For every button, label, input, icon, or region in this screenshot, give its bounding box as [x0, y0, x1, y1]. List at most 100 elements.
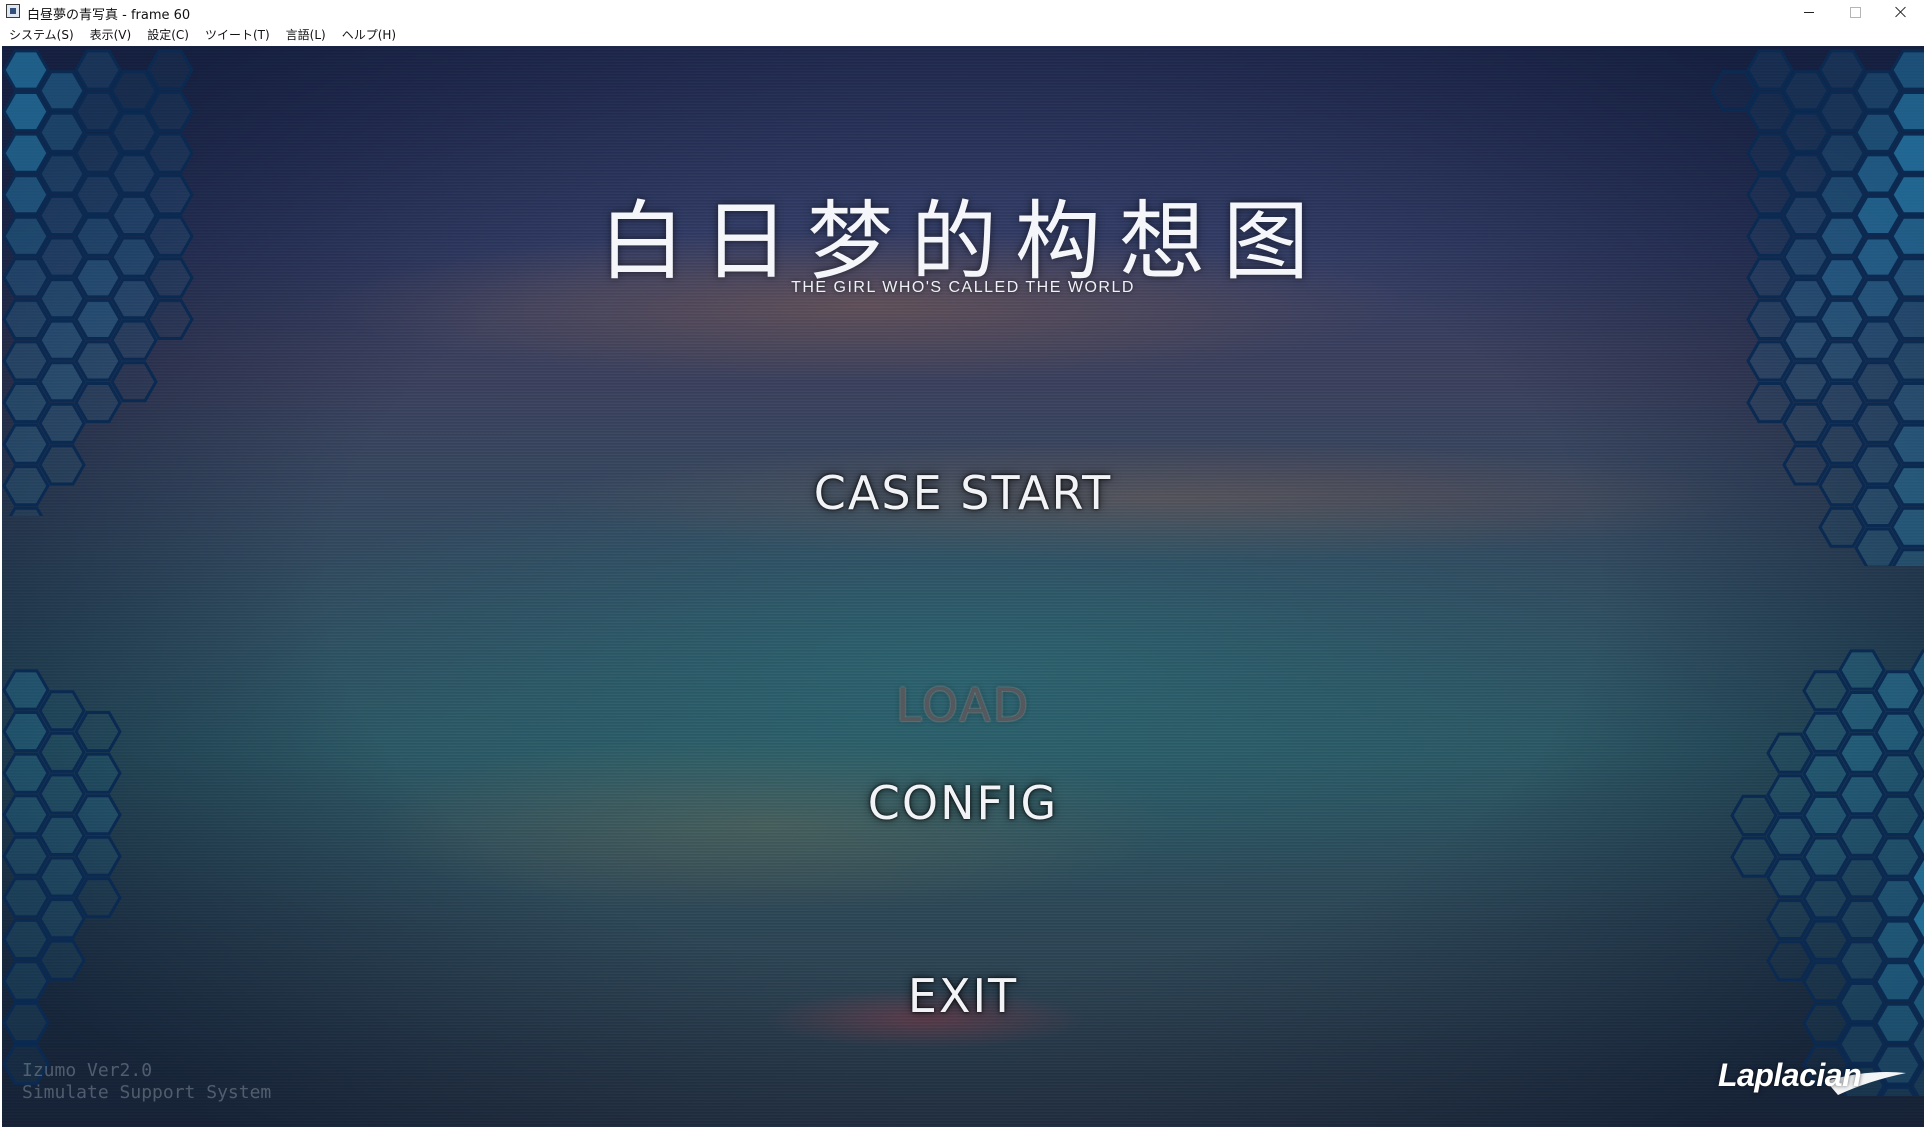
hexagon-tile: [110, 319, 158, 361]
hexagon-tile: [1854, 361, 1902, 403]
hexagon-tile: [1782, 361, 1830, 403]
maximize-icon: [1849, 6, 1861, 18]
hexagon-tile: [1818, 340, 1866, 382]
hexagon-tile: [1818, 49, 1866, 91]
hexagon-tile: [2, 49, 50, 91]
hexagon-tile: [1838, 898, 1886, 940]
hexagon-tile: [1818, 423, 1866, 465]
hexagon-tile: [1746, 382, 1794, 424]
hexagon-tile: [1802, 919, 1850, 961]
hexagon-tile: [38, 731, 86, 773]
hexagon-tile: [2, 877, 50, 919]
hexagon-tile: [1854, 319, 1902, 361]
hexagon-tile: [1782, 70, 1830, 112]
hexagon-tile: [1802, 836, 1850, 878]
app-icon[interactable]: [6, 4, 20, 18]
load-button: LOAD: [895, 678, 1031, 732]
maximize-button[interactable]: [1832, 0, 1878, 24]
hexagon-tile: [2, 835, 50, 877]
hexagon-tile: [1746, 340, 1794, 382]
hexagon-tile: [2, 132, 50, 174]
hexagon-tile: [110, 70, 158, 112]
hexagon-tile: [38, 898, 86, 940]
hexagon-tile: [1854, 111, 1902, 153]
hexagon-tile: [1818, 91, 1866, 133]
hexagon-tile: [2, 91, 50, 133]
hexagon-tile: [74, 877, 122, 919]
game-title-screen[interactable]: 白日梦的构想图 THE GIRL WHO'S CALLED THE WORLD …: [2, 46, 1924, 1127]
hexagon-tile: [74, 340, 122, 382]
hexagon-tile: [1746, 298, 1794, 340]
hexagon-tile: [1802, 878, 1850, 920]
hexagon-tile: [146, 91, 194, 133]
window-title: 白昼夢の青写真 - frame 60: [27, 8, 191, 23]
hexagon-tile: [2, 423, 50, 465]
menu-tweet[interactable]: ツイート(T): [196, 24, 277, 46]
close-icon: [1895, 6, 1907, 18]
version-info: Izumo Ver2.0 Simulate Support System: [22, 1060, 271, 1104]
window-titlebar: 白昼夢の青写真 - frame 60: [0, 0, 1926, 25]
hexagon-tile: [1818, 298, 1866, 340]
hexagon-tile: [1782, 402, 1830, 444]
hexagon-tile: [74, 91, 122, 133]
hexagon-tile: [2, 340, 50, 382]
close-button[interactable]: [1878, 0, 1924, 24]
hexagon-tile: [74, 132, 122, 174]
minimize-icon: [1804, 11, 1814, 13]
hexagon-tile: [1874, 836, 1922, 878]
hexagon-tile: [74, 49, 122, 91]
brand-name: Laplacian: [1718, 1057, 1862, 1093]
hexagon-tile: [74, 835, 122, 877]
hexagon-tile: [38, 70, 86, 112]
hexagon-tile: [1730, 836, 1778, 878]
game-title: 白日梦的构想图: [599, 192, 1327, 292]
hexagon-tile: [1818, 382, 1866, 424]
minimize-button[interactable]: [1786, 0, 1832, 24]
hexagon-tile: [1782, 111, 1830, 153]
hexagon-tile: [1818, 132, 1866, 174]
hexagon-tile: [38, 402, 86, 444]
hexagon-tile: [1766, 857, 1814, 899]
hexagon-tile: [1854, 527, 1902, 566]
hexagon-tile: [2, 382, 50, 424]
menu-settings[interactable]: 設定(C): [138, 24, 196, 46]
hexagon-tile: [38, 319, 86, 361]
hexagon-tile: [1874, 919, 1922, 961]
menu-language[interactable]: 言語(L): [277, 24, 333, 46]
hexagon-tile: [1854, 402, 1902, 444]
hexagon-tile: [1782, 319, 1830, 361]
system-name-line: Simulate Support System: [22, 1082, 272, 1103]
config-button[interactable]: CONFIG: [2, 776, 1924, 830]
case-start-button[interactable]: CASE START: [2, 466, 1924, 520]
menu-view[interactable]: 表示(V): [81, 24, 139, 46]
hexagon-tile: [110, 361, 158, 403]
hexagon-tile: [146, 49, 194, 91]
hexagon-tile: [110, 111, 158, 153]
hexagon-tile: [1838, 857, 1886, 899]
hexagon-tile: [1710, 70, 1758, 112]
hexagon-tile: [1746, 132, 1794, 174]
hexagon-tile: [1746, 91, 1794, 133]
hexagon-tile: [38, 856, 86, 898]
hexagon-tile: [1854, 70, 1902, 112]
hexagon-tile: [146, 298, 194, 340]
hexagon-tile: [1766, 898, 1814, 940]
menu-system[interactable]: システム(S): [0, 24, 81, 46]
hexagon-tile: [38, 361, 86, 403]
hexagon-tile: [1766, 732, 1814, 774]
menu-help[interactable]: ヘルプ(H): [333, 24, 403, 46]
version-line: Izumo Ver2.0: [22, 1060, 153, 1081]
hexagon-tile: [74, 298, 122, 340]
exit-button[interactable]: EXIT: [2, 969, 1924, 1023]
hexagon-tile: [1874, 878, 1922, 920]
hexagon-tile: [2, 918, 50, 960]
menubar: システム(S) 表示(V) 設定(C) ツイート(T) 言語(L) ヘルプ(H): [0, 24, 1926, 46]
hexagon-tile: [146, 132, 194, 174]
hexagon-tile: [2, 298, 50, 340]
game-subtitle: THE GIRL WHO'S CALLED THE WORLD: [791, 279, 1135, 296]
hexagon-tile: [74, 382, 122, 424]
hexagon-tile: [1838, 732, 1886, 774]
brand-logo: Laplacian: [1718, 1051, 1908, 1111]
hexagon-tile: [38, 111, 86, 153]
hexagon-tile: [1746, 49, 1794, 91]
